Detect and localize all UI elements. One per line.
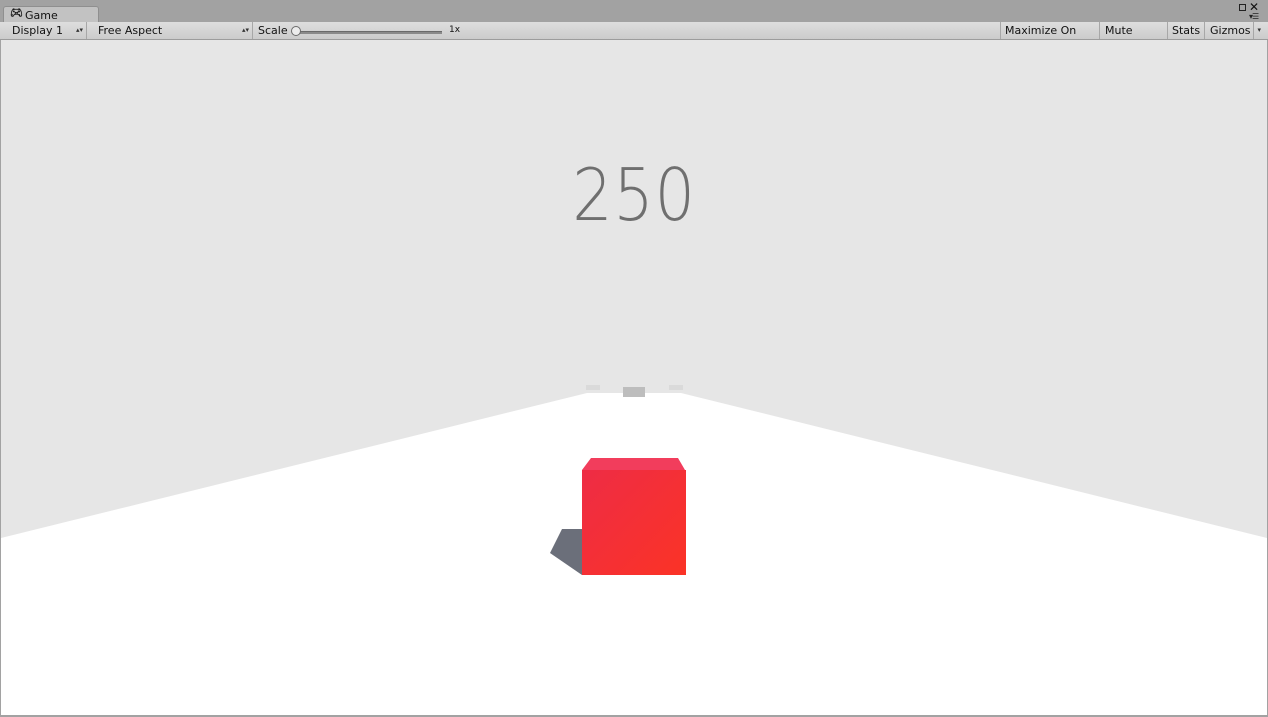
display-dropdown-label: Display 1	[12, 24, 64, 37]
window-controls: ✕ ▾☰	[1239, 0, 1265, 21]
game-scene	[1, 40, 1267, 715]
tab-strip: 🎮︎ Game ✕ ▾☰	[0, 0, 1268, 23]
maximize-icon[interactable]	[1239, 4, 1246, 11]
aspect-dropdown-label: Free Aspect	[98, 24, 163, 37]
mute-audio-button[interactable]: Mute Audio	[1099, 22, 1167, 54]
dropdown-arrows-icon: ▴▾	[241, 26, 249, 34]
scale-value: 1x	[449, 25, 461, 35]
obstacle	[623, 387, 645, 397]
game-toolbar: Display 1 ▴▾ Free Aspect ▴▾ Scale 1x Max…	[0, 22, 1268, 54]
tab-game[interactable]: 🎮︎ Game	[3, 6, 99, 23]
scale-slider-thumb[interactable]	[291, 26, 301, 36]
player-cube	[582, 470, 686, 575]
game-viewport[interactable]: 250	[1, 40, 1267, 715]
score-display: 250	[572, 153, 696, 237]
stats-button[interactable]: Stats	[1167, 22, 1204, 39]
maximize-on-play-button[interactable]: Maximize On Play	[1000, 22, 1099, 54]
game-controller-icon: 🎮︎	[10, 8, 23, 19]
gizmos-button[interactable]: Gizmos ▾	[1204, 22, 1264, 39]
dropdown-arrows-icon: ▴▾	[75, 26, 83, 34]
tab-game-label: Game	[25, 9, 58, 22]
obstacle	[586, 385, 600, 390]
display-dropdown[interactable]: Display 1 ▴▾	[6, 22, 87, 39]
gizmos-label: Gizmos	[1210, 24, 1251, 37]
scale-slider-track[interactable]	[294, 31, 442, 34]
scale-label: Scale	[258, 24, 288, 37]
obstacle	[669, 385, 683, 390]
aspect-dropdown[interactable]: Free Aspect ▴▾	[92, 22, 253, 39]
chevron-down-icon[interactable]: ▾	[1253, 22, 1261, 39]
menu-icon[interactable]: ▾☰	[1249, 12, 1259, 21]
player-cube-top	[582, 458, 685, 470]
